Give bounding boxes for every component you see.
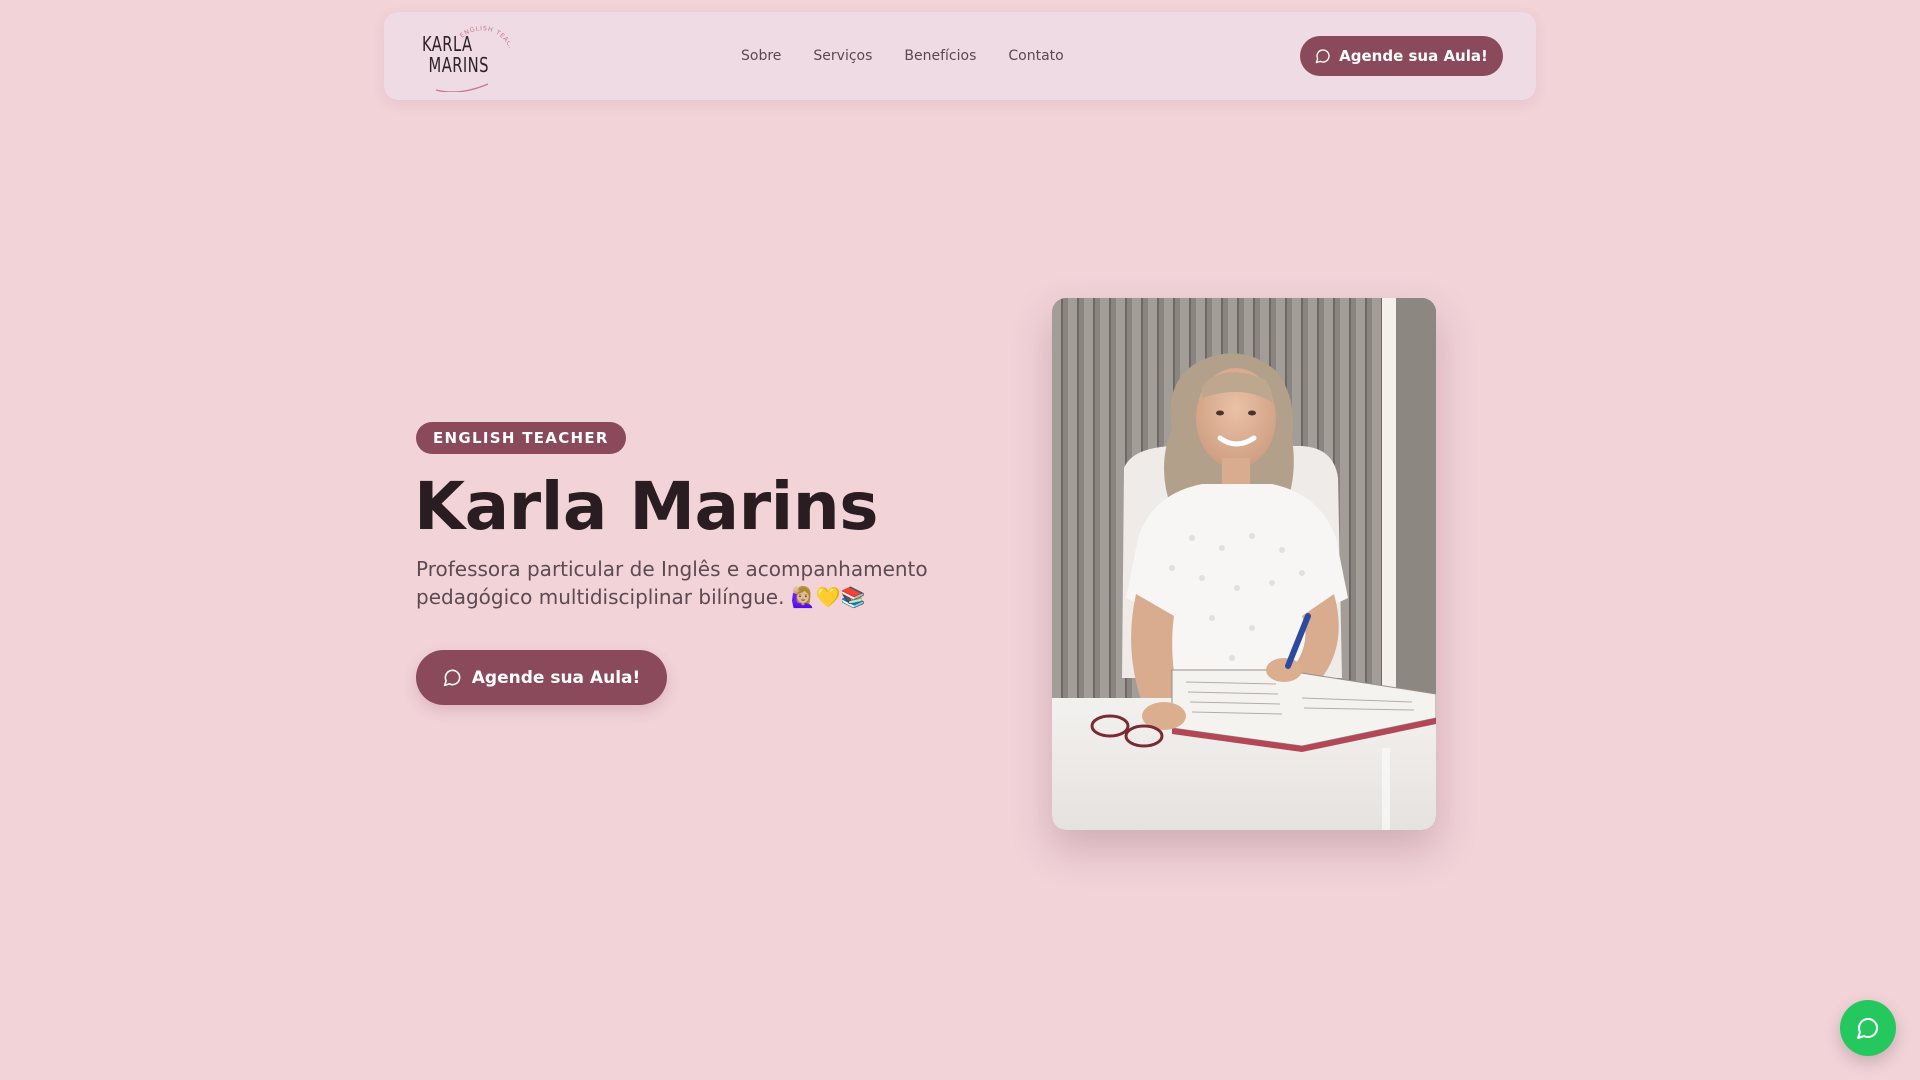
portrait-photo	[1052, 298, 1436, 830]
logo-line1: KARLA	[422, 32, 473, 56]
nav-link-beneficios[interactable]: Benefícios	[904, 48, 976, 64]
whatsapp-icon	[1856, 1016, 1880, 1040]
logo-wordmark: KARLA MARINS	[422, 34, 489, 76]
nav-schedule-button[interactable]: Agende sua Aula!	[1300, 36, 1503, 76]
hero-schedule-button[interactable]: Agende sua Aula!	[416, 650, 667, 705]
nav-link-sobre[interactable]: Sobre	[741, 48, 781, 64]
logo-line2: MARINS	[428, 53, 489, 77]
nav-link-contato[interactable]: Contato	[1008, 48, 1063, 64]
chat-bubble-icon	[1315, 48, 1331, 64]
hero-subtitle: Professora particular de Inglês e acompa…	[416, 557, 928, 609]
nav-link-servicos[interactable]: Serviços	[813, 48, 872, 64]
nav-schedule-label: Agende sua Aula!	[1339, 47, 1488, 65]
navbar: ENGLISH TEACHER KARLA MARINS Sobre Servi…	[384, 12, 1536, 100]
hero-schedule-label: Agende sua Aula!	[471, 667, 641, 688]
hero-title: Karla Marins	[414, 468, 879, 545]
nav-links: Sobre Serviços Benefícios Contato	[741, 12, 1064, 100]
role-badge: ENGLISH TEACHER	[416, 422, 626, 454]
brand-logo[interactable]: ENGLISH TEACHER KARLA MARINS	[420, 22, 510, 92]
chat-bubble-icon	[443, 668, 462, 687]
whatsapp-float-button[interactable]	[1840, 1000, 1896, 1056]
